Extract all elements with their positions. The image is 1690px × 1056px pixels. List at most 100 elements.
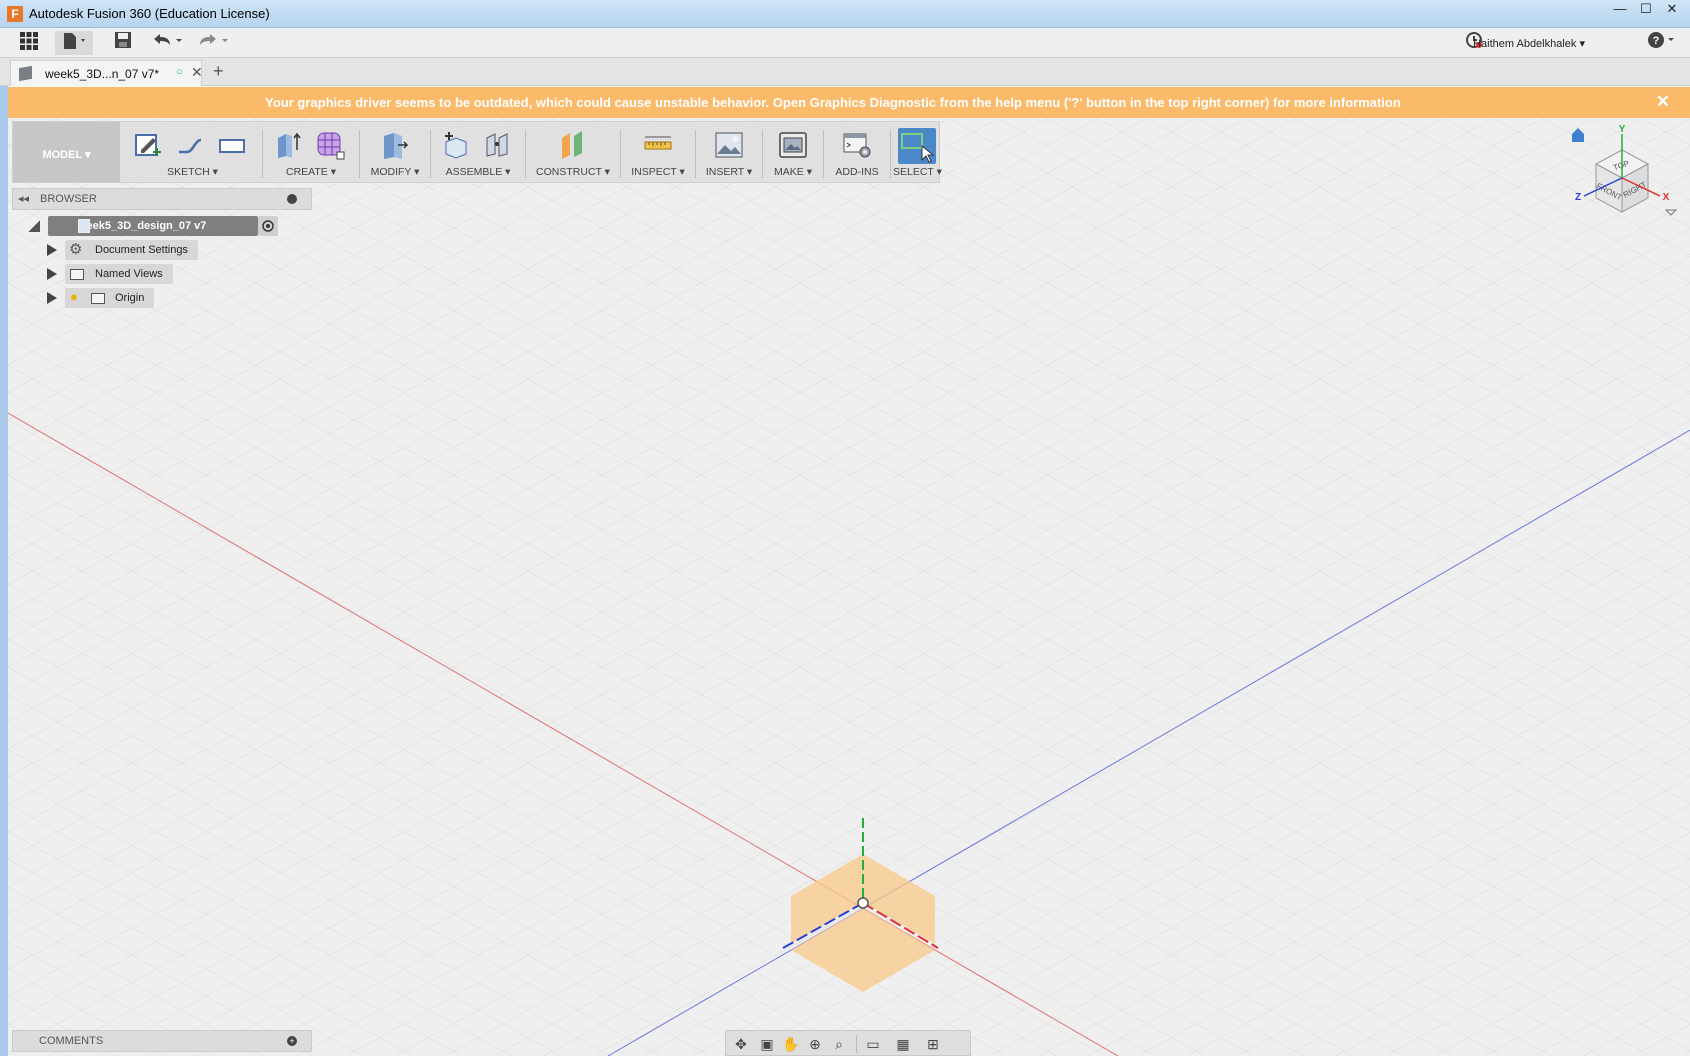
graphics-driver-warning-banner: Your graphics driver seems to be outdate…: [8, 87, 1690, 118]
design-canvas[interactable]: [8, 118, 1690, 1056]
expand-icon[interactable]: [47, 268, 57, 280]
origin-label[interactable]: Origin: [65, 288, 155, 308]
construct-menu[interactable]: CONSTRUCT ▾: [528, 166, 618, 178]
insert-menu[interactable]: INSERT ▾: [698, 166, 760, 178]
make-group[interactable]: MAKE ▾: [765, 122, 821, 182]
create-menu[interactable]: CREATE ▾: [265, 166, 357, 178]
dismiss-warning-icon[interactable]: ✕: [1656, 92, 1670, 112]
document-tab-label: week5_3D...n_07 v7*: [45, 67, 160, 81]
press-pull-icon[interactable]: [380, 130, 410, 160]
zoom-icon[interactable]: ⊕: [804, 1034, 826, 1054]
browser-minimize-icon[interactable]: [287, 194, 297, 204]
undo-icon[interactable]: [150, 31, 186, 55]
line-tool-icon[interactable]: [175, 130, 205, 160]
joint-icon[interactable]: [483, 130, 513, 160]
browser-panel-header[interactable]: ◂◂ BROWSER: [12, 188, 312, 210]
addins-group[interactable]: ADD-INS: [826, 122, 888, 182]
offset-plane-icon[interactable]: [558, 130, 588, 160]
display-settings-icon[interactable]: ▭: [862, 1034, 884, 1054]
navigation-bar: ✥ ▣ ✋ ⊕ ⌕ ▭ ▦ ⊞: [725, 1030, 971, 1056]
browser-item-named-views[interactable]: Named Views: [47, 264, 187, 284]
assemble-group[interactable]: ASSEMBLE ▾: [433, 122, 523, 182]
3d-print-icon[interactable]: [778, 130, 808, 160]
close-tab-icon[interactable]: ✕: [191, 64, 203, 81]
folder-icon: [91, 293, 105, 304]
help-menu-button[interactable]: ?: [1646, 31, 1678, 55]
workspace-label: MODEL ▾: [42, 149, 91, 161]
home-view-icon: [1572, 128, 1584, 142]
viewports-icon[interactable]: ⊞: [922, 1034, 944, 1054]
z-axis-label: Z: [1575, 192, 1581, 203]
gear-icon: ⚙: [69, 241, 83, 258]
assemble-menu[interactable]: ASSEMBLE ▾: [433, 166, 523, 178]
create-group[interactable]: CREATE ▾: [265, 122, 357, 182]
inspect-group[interactable]: INSPECT ▾: [623, 122, 693, 182]
rectangle-tool-icon[interactable]: [217, 130, 247, 160]
select-group[interactable]: SELECT ▾: [893, 122, 942, 182]
document-settings-label[interactable]: Document Settings: [65, 240, 198, 260]
browser-title: BROWSER: [40, 193, 97, 205]
addins-menu[interactable]: ADD-INS: [826, 166, 888, 178]
main-toolbar: MODEL ▾ SKETCH ▾ CREATE ▾ MODIFY ▾ ASSEM…: [12, 121, 942, 183]
canvas-image-icon[interactable]: [714, 130, 744, 160]
measure-icon[interactable]: [643, 130, 673, 160]
insert-group[interactable]: INSERT ▾: [698, 122, 760, 182]
component-icon: [78, 219, 90, 233]
minimize-button[interactable]: —: [1607, 0, 1633, 20]
comments-panel-header[interactable]: COMMENTS +: [12, 1030, 312, 1052]
sketch-group[interactable]: SKETCH ▾: [125, 122, 260, 182]
add-comment-icon[interactable]: +: [287, 1036, 297, 1046]
expand-icon[interactable]: [47, 292, 57, 304]
comments-title: COMMENTS: [39, 1035, 104, 1047]
pan-hand-icon[interactable]: ✋: [780, 1034, 802, 1054]
data-panel-grid-icon[interactable]: [16, 31, 42, 55]
workspace-switcher[interactable]: MODEL ▾: [13, 122, 120, 182]
folder-icon: [70, 269, 84, 280]
new-tab-button[interactable]: +: [213, 61, 224, 82]
redo-icon[interactable]: [196, 31, 232, 55]
document-tab-bar: week5_3D...n_07 v7* ○ ✕ +: [0, 58, 1690, 86]
save-icon[interactable]: [110, 31, 136, 55]
browser-root-node[interactable]: ● week5_3D_design_07 v7: [28, 216, 278, 236]
maximize-button[interactable]: ☐: [1633, 0, 1659, 20]
select-cursor-icon: [901, 133, 935, 163]
look-at-icon[interactable]: ▣: [756, 1034, 778, 1054]
select-menu[interactable]: SELECT ▾: [893, 166, 942, 178]
window-titlebar[interactable]: F Autodesk Fusion 360 (Education License…: [0, 0, 1690, 28]
inspect-menu[interactable]: INSPECT ▾: [623, 166, 693, 178]
extrude-icon[interactable]: [273, 130, 303, 160]
make-menu[interactable]: MAKE ▾: [765, 166, 821, 178]
close-window-button[interactable]: ✕: [1659, 0, 1685, 20]
new-component-icon[interactable]: [441, 130, 471, 160]
y-axis-label: Y: [1619, 124, 1626, 135]
modify-menu[interactable]: MODIFY ▾: [362, 166, 428, 178]
browser-item-origin[interactable]: Origin ●: [47, 288, 187, 308]
view-cube[interactable]: TOP FRONT RIGHT Y X Z: [1560, 124, 1680, 244]
visibility-bulb-icon[interactable]: ●: [70, 289, 78, 304]
origin-point: [857, 897, 869, 909]
expand-icon[interactable]: [47, 244, 57, 256]
x-axis-label: X: [1663, 192, 1670, 203]
construct-group[interactable]: CONSTRUCT ▾: [528, 122, 618, 182]
isometric-grid: [8, 118, 1690, 1056]
sync-status-icon: ○: [176, 66, 183, 78]
modify-group[interactable]: MODIFY ▾: [362, 122, 428, 182]
orbit-icon[interactable]: ✥: [730, 1034, 752, 1054]
document-tab[interactable]: week5_3D...n_07 v7* ○ ✕: [10, 60, 203, 86]
activate-component-radio[interactable]: [258, 216, 278, 236]
scripts-addins-icon[interactable]: [842, 130, 872, 160]
grid-settings-icon[interactable]: ▦: [892, 1034, 914, 1054]
design-document-icon: [19, 65, 32, 82]
browser-item-document-settings[interactable]: Document Settings ⚙: [47, 240, 207, 260]
sketch-menu[interactable]: SKETCH ▾: [125, 166, 260, 178]
user-account-menu[interactable]: Haithem Abdelkhalek ▾: [1473, 37, 1585, 50]
viewcube-menu-icon: [1664, 209, 1678, 216]
fit-zoom-icon[interactable]: ⌕: [828, 1034, 850, 1054]
window-title: Autodesk Fusion 360 (Education License): [29, 6, 270, 21]
create-sketch-icon[interactable]: [133, 130, 163, 160]
select-tool-button[interactable]: [898, 128, 936, 164]
form-tool-icon[interactable]: [315, 130, 345, 160]
file-menu-button[interactable]: [55, 31, 93, 55]
collapse-root-icon[interactable]: [28, 220, 40, 232]
collapse-browser-icon[interactable]: ◂◂: [18, 192, 29, 205]
